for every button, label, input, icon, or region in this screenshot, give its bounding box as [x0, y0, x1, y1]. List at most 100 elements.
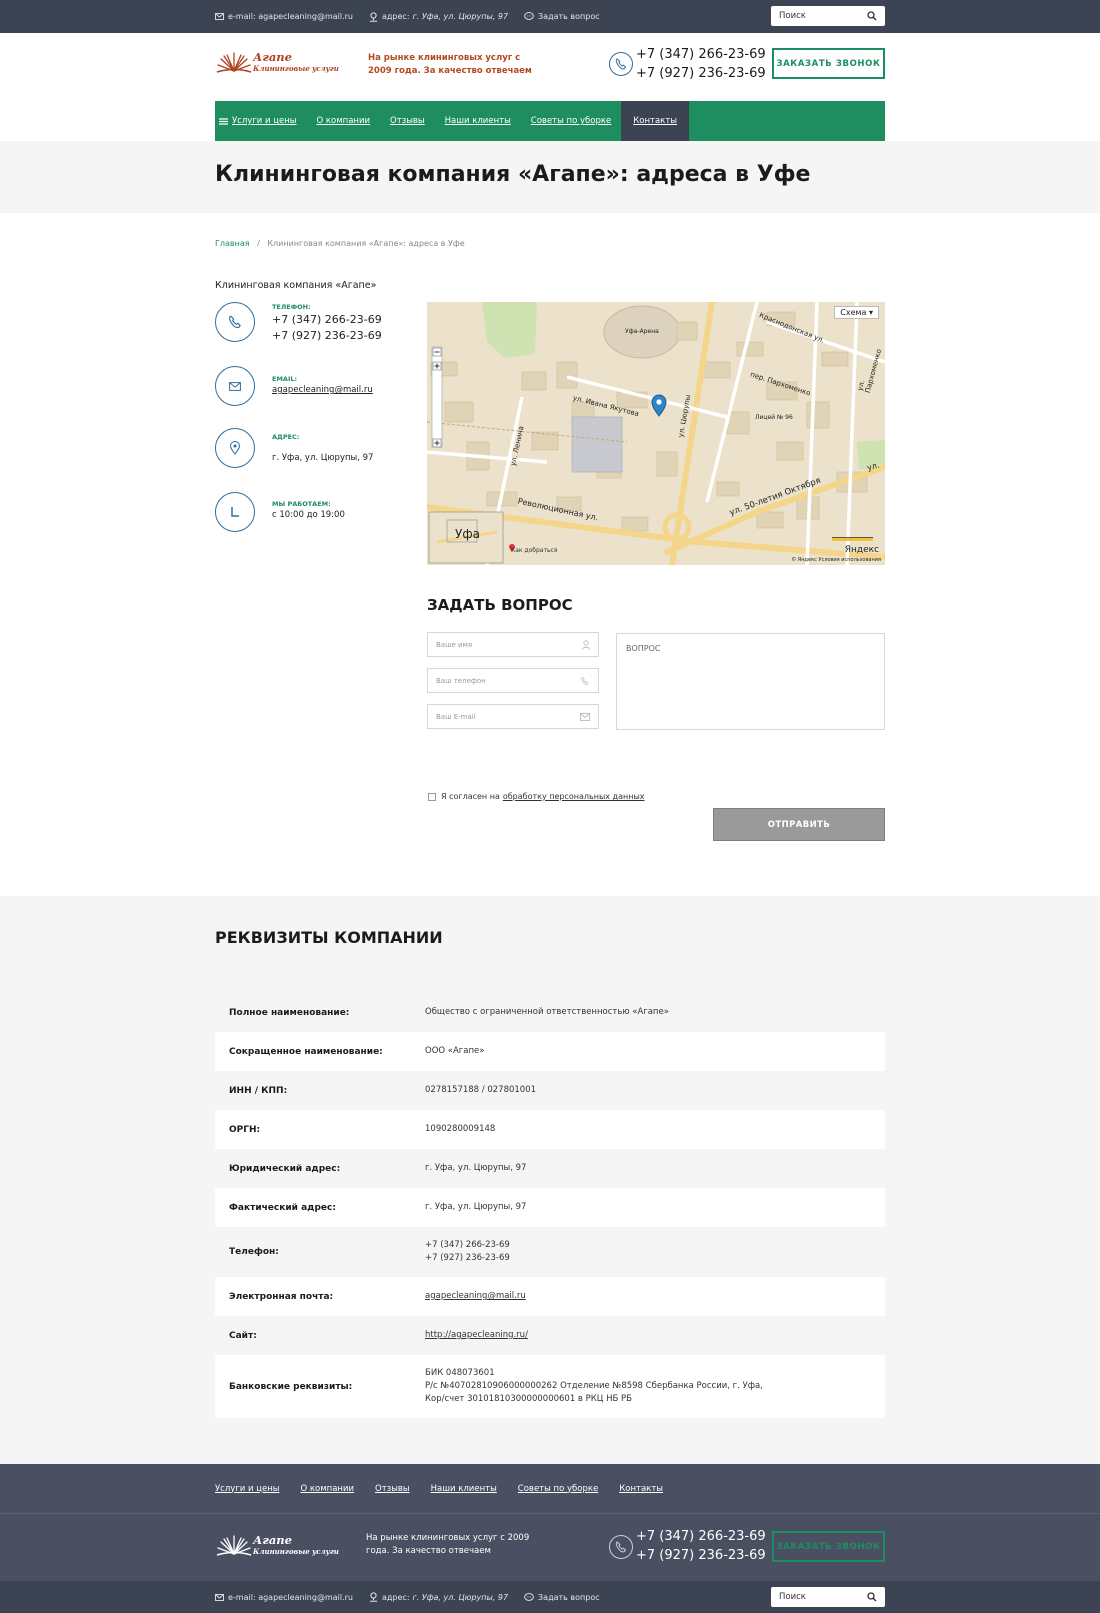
logo[interactable]: Агапе Клининговые услуги — [215, 49, 343, 77]
table-row: Телефон: +7 (347) 266-23-69 +7 (927) 236-2… — [215, 1227, 885, 1277]
requisite-key: Фактический адрес: — [229, 1202, 336, 1213]
logo-title: Агапе — [253, 50, 292, 64]
phone-icon — [609, 1535, 633, 1559]
table-row: Электронная почта: agapecleaning@mail.ru — [215, 1277, 885, 1316]
bottom-bar: e-mail: agapecleaning@mail.ru адрес: г. … — [0, 1581, 1100, 1613]
requisite-line: 1090280009148 — [425, 1124, 496, 1134]
contact-hours-text: с 10:00 до 19:00 — [272, 510, 345, 520]
table-row: Сайт: http://agapecleaning.ru/ — [215, 1316, 885, 1355]
map-poi-label: Уфа-Арена — [625, 328, 659, 335]
contact-phone-label: ТЕЛЕФОН: — [272, 303, 311, 311]
email-field[interactable]: Ваш E-mail — [427, 704, 599, 729]
footer-callback-button[interactable]: ЗАКАЗАТЬ ЗВОНОК — [772, 1531, 885, 1562]
bottombar-ask-text: Задать вопрос — [538, 1592, 600, 1602]
topbar-email[interactable]: e-mail: agapecleaning@mail.ru — [215, 12, 353, 21]
nav-item-clients[interactable]: Наши клиенты — [435, 101, 521, 141]
requisite-line: Р/с №40702810906000000262 Отделение №859… — [425, 1381, 763, 1391]
requisite-key: Полное наименование: — [229, 1007, 350, 1018]
logo-subtitle: Клининговые услуги — [253, 1547, 339, 1556]
requisite-value: 1090280009148 — [425, 1123, 885, 1136]
name-field-placeholder: Ваше имя — [436, 640, 473, 649]
footer-phone-2[interactable]: +7 (927) 236-23-69 — [636, 1546, 766, 1565]
requisite-line: ООО «Агапе» — [425, 1046, 485, 1056]
requisite-key: Юридический адрес: — [229, 1163, 341, 1174]
breadcrumb-home-link[interactable]: Главная — [215, 239, 250, 248]
mail-icon — [580, 712, 590, 721]
contact-phone: ТЕЛЕФОН: +7 (347) 266-23-69 +7 (927) 236… — [215, 302, 405, 342]
nav-item-reviews[interactable]: Отзывы — [380, 101, 435, 141]
requisite-line: Общество с ограниченной ответственностью… — [425, 1007, 669, 1017]
requisite-key: Телефон: — [229, 1247, 279, 1257]
mail-icon — [215, 13, 224, 20]
requisite-line: +7 (927) 236-23-69 — [425, 1253, 510, 1263]
bottombar-ask-link[interactable]: Задать вопрос — [524, 1593, 600, 1602]
consent-row: Я согласен на обработку персональных дан… — [428, 792, 645, 801]
footer-nav-contacts[interactable]: Контакты — [619, 1484, 663, 1494]
callback-button[interactable]: ЗАКАЗАТЬ ЗВОНОК — [772, 48, 885, 79]
consent-link[interactable]: обработку персональных данных — [503, 792, 645, 801]
nav-item-contacts[interactable]: Контакты — [621, 101, 689, 141]
contact-email-link[interactable]: agapecleaning@mail.ru — [272, 384, 373, 397]
footer-phones: +7 (347) 266-23-69 +7 (927) 236-23-69 — [636, 1527, 766, 1565]
consent-checkbox[interactable] — [428, 792, 436, 801]
footer-main: Агапе Клининговые услуги На рынке клинин… — [0, 1513, 1100, 1581]
map[interactable]: Схема ▾ ул. Ивана Якутова ул. Ленина ул.… — [427, 302, 885, 565]
map-layer-select[interactable]: Схема ▾ — [834, 306, 879, 319]
header-phone-2[interactable]: +7 (927) 236-23-69 — [636, 64, 766, 83]
user-icon — [582, 639, 590, 650]
page-title: Клининговая компания «Агапе»: адреса в У… — [215, 162, 811, 187]
bottombar-address-text: г. Уфа, ул. Цюрупы, 97 — [412, 1592, 509, 1602]
nav-item-about[interactable]: О компании — [307, 101, 381, 141]
title-band: Клининговая компания «Агапе»: адреса в У… — [0, 141, 1100, 213]
footer-nav: Услуги и цены О компании Отзывы Наши кли… — [0, 1464, 1100, 1513]
footer-nav-reviews[interactable]: Отзывы — [375, 1484, 410, 1494]
name-field[interactable]: Ваше имя — [427, 632, 599, 657]
requisite-value: agapecleaning@mail.ru — [425, 1290, 885, 1303]
table-row: ОРГН: 1090280009148 — [215, 1110, 885, 1149]
footer-nav-tips[interactable]: Советы по уборке — [518, 1484, 598, 1494]
header: Агапе Клининговые услуги На рынке клинин… — [0, 33, 1100, 141]
requisite-key: ИНН / КПП: — [229, 1085, 288, 1096]
header-phone-1[interactable]: +7 (347) 266-23-69 — [636, 45, 766, 64]
footer-nav-services[interactable]: Услуги и цены — [215, 1484, 280, 1494]
breadcrumb-separator: / — [257, 239, 260, 248]
requisite-key: Банковские реквизиты: — [229, 1381, 353, 1392]
phone-field[interactable]: Ваш телефон — [427, 668, 599, 693]
header-phones: +7 (347) 266-23-69 +7 (927) 236-23-69 — [636, 45, 766, 83]
footer-nav-about[interactable]: О компании — [301, 1484, 355, 1494]
requisite-key: Электронная почта: — [229, 1291, 334, 1302]
requisite-line: г. Уфа, ул. Цюрупы, 97 — [425, 1163, 527, 1173]
topbar-ask-link[interactable]: Задать вопрос — [524, 12, 600, 21]
nav-item-label: Услуги и цены — [232, 116, 297, 126]
phone-icon — [609, 52, 633, 76]
nav-item-tips[interactable]: Советы по уборке — [521, 101, 621, 141]
menu-icon — [219, 117, 228, 125]
footer-logo[interactable]: Агапе Клининговые услуги — [215, 1532, 343, 1560]
bottombar-address-prefix: адрес: — [382, 1592, 410, 1602]
submit-button[interactable]: ОТПРАВИТЬ — [713, 808, 885, 841]
bottombar-email[interactable]: e-mail: agapecleaning@mail.ru — [215, 1593, 353, 1602]
table-row: ИНН / КПП: 0278157188 / 027801001 — [215, 1071, 885, 1110]
footer-phone-1[interactable]: +7 (347) 266-23-69 — [636, 1527, 766, 1546]
header-tagline: На рынке клининговых услуг с 2009 года. … — [368, 53, 532, 76]
phone-icon — [581, 676, 589, 685]
map-route-link[interactable]: Как добраться — [511, 547, 557, 554]
footer-search-input[interactable]: Поиск — [771, 1587, 885, 1607]
requisite-link[interactable]: http://agapecleaning.ru/ — [425, 1329, 885, 1342]
search-input[interactable]: Поиск — [771, 6, 885, 26]
nav-item-services[interactable]: Услуги и цены — [215, 101, 307, 141]
footer-nav-clients[interactable]: Наши клиенты — [431, 1484, 497, 1494]
contact-phone-2[interactable]: +7 (927) 236-23-69 — [272, 328, 382, 343]
search-icon[interactable] — [867, 1592, 877, 1602]
email-field-placeholder: Ваш E-mail — [436, 712, 476, 721]
map-provider-logo: Яндекс — [844, 545, 879, 555]
requisite-line: БИК 048073601 — [425, 1368, 495, 1378]
map-terms-link[interactable]: © Яндекс Условия использования — [791, 557, 881, 563]
question-textarea[interactable]: ВОПРОС — [616, 633, 885, 730]
search-icon[interactable] — [867, 11, 877, 21]
requisite-link[interactable]: agapecleaning@mail.ru — [425, 1290, 885, 1303]
contact-phone-1[interactable]: +7 (347) 266-23-69 — [272, 312, 382, 327]
topbar-address-prefix: адрес: — [382, 12, 410, 21]
bottombar-email-text: e-mail: agapecleaning@mail.ru — [228, 1592, 353, 1602]
contact-address-text: г. Уфа, ул. Цюрупы, 97 — [272, 453, 374, 463]
